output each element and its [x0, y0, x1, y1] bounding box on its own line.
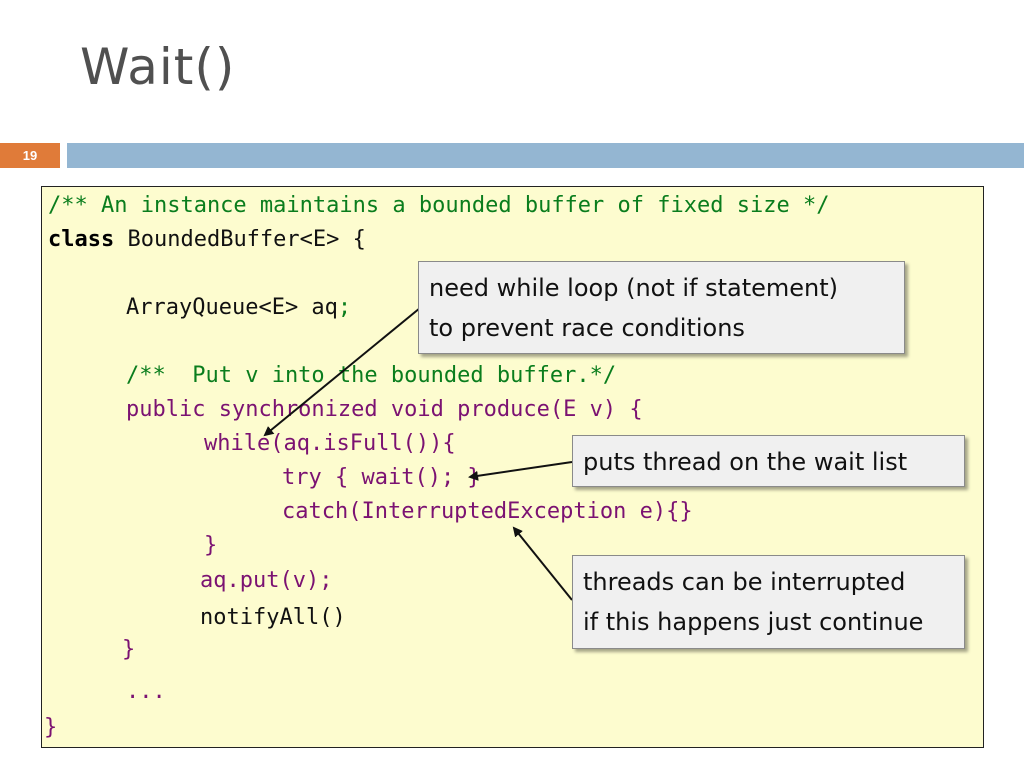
code-line-1: /** An instance maintains a bounded buff… — [48, 193, 830, 218]
header-bar — [67, 143, 1024, 168]
slide-number: 19 — [0, 143, 60, 168]
code-line-8: catch(InterruptedException e){} — [282, 499, 693, 524]
code-line-13: ... — [126, 679, 166, 704]
code-line-12: } — [122, 637, 136, 662]
callout-interrupted: threads can be interrupted if this happe… — [572, 555, 965, 649]
callout-interrupted-line-2: if this happens just continue — [583, 608, 924, 636]
callout-while-loop-line-1: need while loop (not if statement) — [429, 274, 839, 302]
callout-while-loop-line-2: to prevent race conditions — [429, 314, 745, 342]
code-line-3: ArrayQueue<E> aq; — [126, 295, 351, 321]
class-declaration: BoundedBuffer<E> { — [114, 227, 366, 252]
code-line-4: /** Put v into the bounded buffer.*/ — [126, 363, 617, 388]
semicolon: ; — [337, 295, 352, 320]
code-line-6: while(aq.isFull()){ — [204, 431, 456, 456]
code-line-5: public synchronized void produce(E v) { — [126, 397, 643, 422]
code-line-11: notifyAll() — [200, 605, 346, 630]
callout-interrupted-line-1: threads can be interrupted — [583, 568, 906, 596]
callout-while-loop: need while loop (not if statement) to pr… — [418, 261, 905, 354]
code-line-7: try { wait(); } — [282, 465, 481, 490]
callout-wait-list-line-1: puts thread on the wait list — [583, 448, 908, 476]
code-line-9: } — [204, 533, 218, 558]
code-line-2: class BoundedBuffer<E> { — [48, 227, 366, 253]
page-title: Wait() — [80, 38, 236, 96]
code-line-10: aq.put(v); — [200, 568, 333, 593]
callout-wait-list: puts thread on the wait list — [572, 435, 965, 487]
code-line-14: } — [44, 715, 58, 740]
field-declaration: ArrayQueue<E> aq — [126, 295, 338, 320]
keyword-class: class — [48, 227, 115, 252]
